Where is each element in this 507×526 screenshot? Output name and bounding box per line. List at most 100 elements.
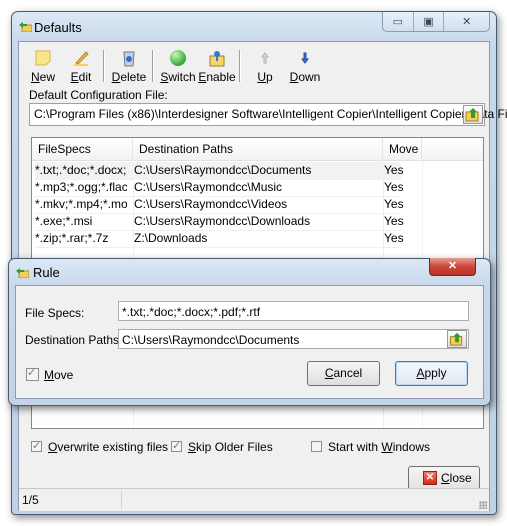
start-with-windows-check-box[interactable] xyxy=(311,441,322,452)
up-label: p xyxy=(265,70,273,84)
cell-move: Yes xyxy=(384,231,404,245)
move-label: ove xyxy=(54,368,74,382)
folder-open-icon xyxy=(449,332,463,346)
maximize-icon: ▣ xyxy=(423,16,434,28)
file-specs-input[interactable]: *.txt;.*doc;*.docx;*.pdf;*.rtf xyxy=(118,301,469,321)
toolbar-separator xyxy=(152,50,154,82)
close-label: lose xyxy=(449,471,472,485)
rule-dialog-title: Rule xyxy=(33,265,60,280)
cell-destination: Z:\Downloads xyxy=(134,231,208,245)
status-bar: 1/5 xyxy=(19,488,489,511)
cell-move: Yes xyxy=(384,197,404,211)
close-x-icon: ✕ xyxy=(423,471,437,485)
table-row[interactable]: *.txt;.*doc;*.docx;... C:\Users\Raymondcc… xyxy=(35,162,404,180)
table-row[interactable]: *.exe;*.msi C:\Users\Raymondcc\Downloads Y… xyxy=(35,213,404,231)
enable-button[interactable]: Enable xyxy=(198,48,236,86)
edit-label: dit xyxy=(78,70,92,84)
config-file-value: C:\Program Files (x86)\Interdesigner Sof… xyxy=(34,107,507,121)
edit-button[interactable]: Edit xyxy=(69,48,93,86)
cell-move: Yes xyxy=(384,214,404,228)
delete-button[interactable]: Delete xyxy=(111,48,147,86)
maximize-button[interactable]: ▣ xyxy=(414,12,445,31)
status-divider xyxy=(121,491,122,509)
rule-close-button[interactable]: ✕ xyxy=(429,258,476,276)
start-windows-label-pre: Start with xyxy=(328,440,382,454)
apply-button[interactable]: Apply xyxy=(395,361,468,386)
overwrite-key: O xyxy=(48,440,58,454)
close-icon: ✕ xyxy=(447,260,458,272)
rule-dialog: Rule ✕ File Specs: *.txt;.*doc;*.docx;*.… xyxy=(8,258,491,406)
cell-move: Yes xyxy=(384,180,404,194)
close-window-button[interactable]: ✕ xyxy=(444,12,489,31)
start-windows-key: W xyxy=(381,440,393,454)
minimize-button[interactable]: ▭ xyxy=(383,12,414,31)
column-header-destination[interactable]: Destination Paths xyxy=(133,138,383,160)
delete-label: elete xyxy=(120,70,147,84)
close-button[interactable]: ✕ Close xyxy=(408,466,480,490)
down-label: own xyxy=(298,70,321,84)
cell-destination: C:\Users\Raymondcc\Videos xyxy=(134,197,288,211)
destination-paths-input[interactable]: C:\Users\Raymondcc\Documents xyxy=(118,329,469,349)
destination-paths-label: Destination Paths: xyxy=(25,333,123,347)
column-header-move[interactable]: Move xyxy=(383,138,422,160)
status-position: 1/5 xyxy=(22,493,39,507)
switch-button[interactable]: Switch xyxy=(160,48,196,86)
cell-filespecs: *.zip;*.rar;*.7z xyxy=(35,231,109,245)
toolbar-separator xyxy=(239,50,241,82)
up-button[interactable]: Up xyxy=(255,48,275,86)
recycle-bin-icon xyxy=(123,51,135,67)
up-arrow-icon xyxy=(261,52,269,64)
overwrite-label: verwrite existing files xyxy=(57,440,169,454)
column-header-filespecs[interactable]: FileSpecs xyxy=(32,138,133,160)
cell-destination: C:\Users\Raymondcc\Downloads xyxy=(134,214,311,228)
new-label: ew xyxy=(39,70,55,84)
caption-buttons: ▭ ▣ ✕ xyxy=(382,12,490,32)
folder-open-icon xyxy=(465,108,479,122)
cell-filespecs: *.mkv;*.mp4;*.mo... xyxy=(35,197,127,211)
rule-app-icon xyxy=(16,268,29,278)
skip-older-check-box[interactable] xyxy=(171,439,182,452)
pencil-icon xyxy=(74,51,89,66)
move-check-box[interactable] xyxy=(26,366,39,381)
window-title: Defaults xyxy=(34,20,82,35)
close-key: C xyxy=(441,471,450,485)
overwrite-check-box[interactable] xyxy=(31,439,42,452)
start-windows-label: indows xyxy=(392,440,431,454)
skip-older-key: S xyxy=(188,440,197,454)
enable-label: nable xyxy=(206,70,236,84)
config-file-label: Default Configuration File: xyxy=(29,88,168,102)
list-header: FileSpecs Destination Paths Move xyxy=(32,138,483,161)
cell-destination: C:\Users\Raymondcc\Music xyxy=(134,180,283,194)
new-button[interactable]: New xyxy=(29,48,57,86)
table-row[interactable]: *.mkv;*.mp4;*.mo... C:\Users\Raymondcc\Vi… xyxy=(35,196,404,214)
config-file-input[interactable]: C:\Program Files (x86)\Interdesigner Sof… xyxy=(29,103,507,126)
new-label-key: N xyxy=(30,70,40,84)
config-browse-button[interactable] xyxy=(463,105,483,124)
delete-label-key: D xyxy=(111,70,121,84)
table-row[interactable]: *.zip;*.rar;*.7z Z:\Downloads Yes xyxy=(35,230,404,248)
toolbar-separator xyxy=(103,50,105,82)
close-icon: ✕ xyxy=(462,16,472,28)
destination-browse-button[interactable] xyxy=(447,330,467,348)
skip-older-label: kip Older Files xyxy=(196,440,273,454)
up-label-key: U xyxy=(257,70,266,84)
pushpin-folder-icon xyxy=(209,51,225,67)
resize-grip-icon[interactable] xyxy=(479,501,487,509)
cell-filespecs: *.mp3;*.ogg;*.flac xyxy=(35,180,127,194)
new-note-icon xyxy=(35,50,51,66)
file-specs-value: *.txt;.*doc;*.docx;*.pdf;*.rtf xyxy=(122,305,261,319)
down-arrow-icon xyxy=(301,52,309,64)
cancel-label: ancel xyxy=(333,366,363,380)
table-row[interactable]: *.mp3;*.ogg;*.flac C:\Users\Raymondcc\Mus… xyxy=(35,179,404,197)
apply-label: pply xyxy=(424,366,447,380)
move-key: M xyxy=(44,368,54,382)
cell-move: Yes xyxy=(384,163,404,177)
green-ball-icon xyxy=(170,50,186,66)
cancel-button[interactable]: Cancel xyxy=(307,361,380,386)
cell-destination: C:\Users\Raymondcc\Documents xyxy=(134,163,312,177)
minimize-icon: ▭ xyxy=(392,16,404,28)
edit-label-key: E xyxy=(70,70,79,84)
app-icon xyxy=(19,22,32,32)
down-button[interactable]: Down xyxy=(289,48,321,86)
file-specs-label: File Specs: xyxy=(25,306,85,320)
